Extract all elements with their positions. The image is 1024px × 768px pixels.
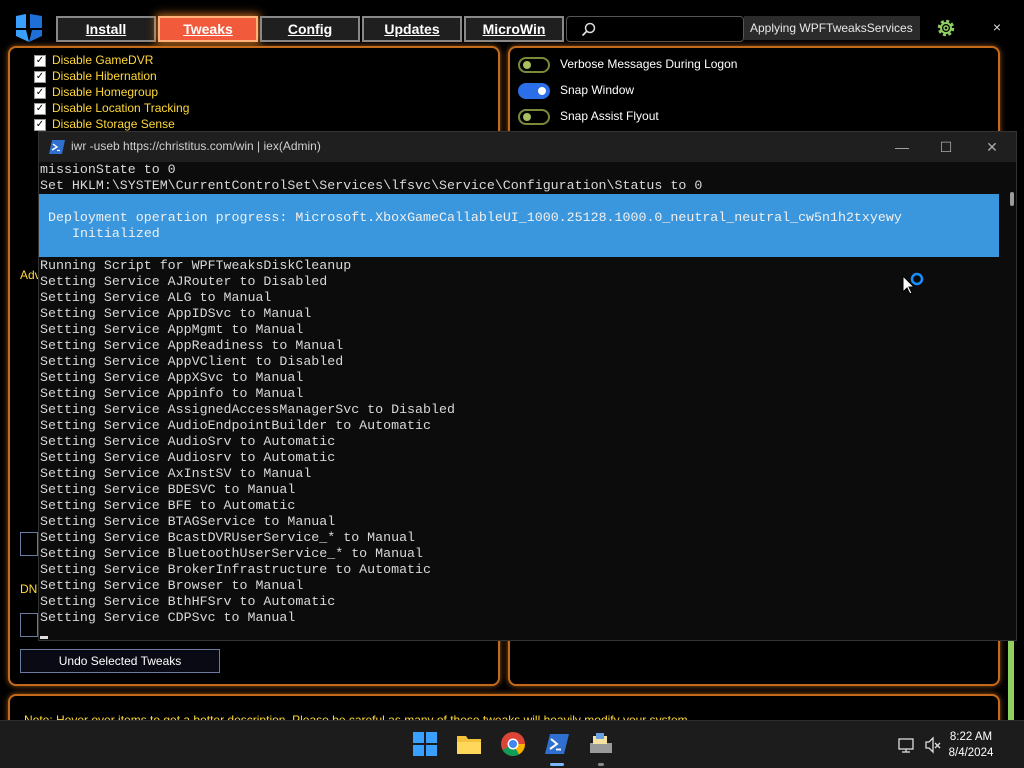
- search-input[interactable]: [566, 16, 744, 42]
- clock-time: 8:22 AM: [949, 731, 993, 743]
- toggle-switch[interactable]: [518, 56, 550, 73]
- tab-tweaks[interactable]: Tweaks: [158, 16, 258, 42]
- deployment-progress-banner: Deployment operation progress: Microsoft…: [39, 194, 999, 257]
- dns-label: DN: [20, 582, 38, 596]
- terminal-scrollbar[interactable]: [1010, 192, 1014, 206]
- display-icon[interactable]: [898, 736, 916, 754]
- powershell-window: iwr -useb https://christitus.com/win | i…: [38, 131, 1017, 641]
- checkmark-icon: ✓: [34, 70, 46, 83]
- terminal-line: Setting Service BcastDVRUserService_* to…: [40, 530, 416, 545]
- tweak-checkbox-location[interactable]: ✓ Disable Location Tracking: [34, 100, 189, 116]
- system-clock[interactable]: 8:22 AM 8/4/2024: [936, 729, 1006, 761]
- terminal-line: Setting Service AppReadiness to Manual: [40, 338, 344, 353]
- windows-start-icon[interactable]: [412, 731, 438, 757]
- installer-icon[interactable]: [588, 731, 614, 757]
- tweak-checkbox-hibernation[interactable]: ✓ Disable Hibernation: [34, 68, 157, 84]
- active-app-indicator: [550, 763, 564, 766]
- checkmark-icon: ✓: [34, 86, 46, 99]
- toggle-verbose-logon[interactable]: Verbose Messages During Logon: [518, 54, 737, 74]
- terminal-line: Running Script for WPFTweaksDiskCleanup: [40, 258, 352, 273]
- busy-cursor-icon: [902, 272, 924, 295]
- maximize-button[interactable]: ☐: [932, 136, 960, 158]
- terminal-line: Setting Service AJRouter to Disabled: [40, 274, 328, 289]
- terminal-output[interactable]: missionState to 0 Set HKLM:\SYSTEM\Curre…: [39, 162, 1007, 640]
- tweak-checkbox-storage-sense[interactable]: ✓ Disable Storage Sense: [34, 116, 175, 132]
- terminal-line: Setting Service AppIDSvc to Manual: [40, 306, 312, 321]
- file-explorer-icon[interactable]: [456, 731, 482, 757]
- toggle-snap-window[interactable]: Snap Window: [518, 80, 634, 100]
- close-button[interactable]: ×: [988, 16, 1006, 38]
- terminal-line: Set HKLM:\SYSTEM\CurrentControlSet\Servi…: [40, 178, 703, 193]
- status-tooltip: Applying WPFTweaksServices: [744, 16, 920, 40]
- search-icon: [581, 22, 596, 37]
- checkmark-icon: ✓: [34, 118, 46, 131]
- terminal-line: Setting Service AssignedAccessManagerSvc…: [40, 402, 455, 417]
- clock-date: 8/4/2024: [948, 747, 994, 759]
- terminal-line: Setting Service BrokerInfrastructure to …: [40, 562, 431, 577]
- terminal-line: missionState to 0: [40, 162, 176, 177]
- terminal-line: Setting Service Browser to Manual: [40, 578, 304, 593]
- checkmark-icon: ✓: [34, 102, 46, 115]
- undo-tweaks-button[interactable]: Undo Selected Tweaks: [20, 649, 220, 673]
- terminal-line: Setting Service AudioEndpointBuilder to …: [40, 418, 431, 433]
- window-close-button[interactable]: ✕: [978, 136, 1006, 158]
- toggle-switch[interactable]: [518, 82, 550, 99]
- tweak-checkbox-gamedvr[interactable]: ✓ Disable GameDVR: [34, 52, 153, 68]
- terminal-line: Setting Service CDPSvc to Manual: [40, 610, 296, 625]
- tab-microwin[interactable]: MicroWin: [464, 16, 564, 42]
- terminal-line: Setting Service ALG to Manual: [40, 290, 272, 305]
- toggle-switch[interactable]: [518, 108, 550, 125]
- gear-icon[interactable]: [934, 16, 958, 40]
- scrollbar[interactable]: [1008, 640, 1014, 720]
- terminal-line: Setting Service AppXSvc to Manual: [40, 370, 304, 385]
- checkmark-icon: ✓: [34, 54, 46, 67]
- terminal-line: Setting Service AppVClient to Disabled: [40, 354, 344, 369]
- terminal-line: Setting Service Audiosrv to Automatic: [40, 450, 336, 465]
- winutil-logo-icon: [16, 14, 42, 42]
- terminal-line: Setting Service BDESVC to Manual: [40, 482, 296, 497]
- terminal-line: Setting Service BFE to Automatic: [40, 498, 296, 513]
- toggle-snap-assist-flyout[interactable]: Snap Assist Flyout: [518, 106, 659, 126]
- progress-status: Initialized: [72, 226, 160, 241]
- terminal-line: Setting Service AppMgmt to Manual: [40, 322, 304, 337]
- terminal-line: Setting Service Appinfo to Manual: [40, 386, 304, 401]
- tab-install[interactable]: Install: [56, 16, 156, 42]
- powershell-icon: [49, 140, 65, 154]
- progress-text: Deployment operation progress: Microsoft…: [48, 210, 902, 225]
- window-title: iwr -useb https://christitus.com/win | i…: [71, 139, 321, 153]
- window-titlebar[interactable]: iwr -useb https://christitus.com/win | i…: [39, 132, 1016, 162]
- tab-config[interactable]: Config: [260, 16, 360, 42]
- tab-updates[interactable]: Updates: [362, 16, 462, 42]
- taskbar: 8:22 AM 8/4/2024: [0, 720, 1024, 768]
- tweak-checkbox-homegroup[interactable]: ✓ Disable Homegroup: [34, 84, 158, 100]
- chrome-icon[interactable]: [500, 731, 526, 757]
- tweak-button[interactable]: [20, 532, 38, 556]
- terminal-line: Setting Service BluetoothUserService_* t…: [40, 546, 424, 561]
- terminal-line: Setting Service AudioSrv to Automatic: [40, 434, 336, 449]
- terminal-line: Setting Service BthHFSrv to Automatic: [40, 594, 336, 609]
- text-cursor: [40, 636, 48, 639]
- powershell-icon[interactable]: [544, 731, 570, 757]
- terminal-line: Setting Service AxInstSV to Manual: [40, 466, 312, 481]
- minimize-button[interactable]: —: [888, 136, 916, 158]
- running-app-indicator: [598, 763, 604, 766]
- dns-select[interactable]: [20, 613, 38, 637]
- terminal-line: Setting Service BTAGService to Manual: [40, 514, 336, 529]
